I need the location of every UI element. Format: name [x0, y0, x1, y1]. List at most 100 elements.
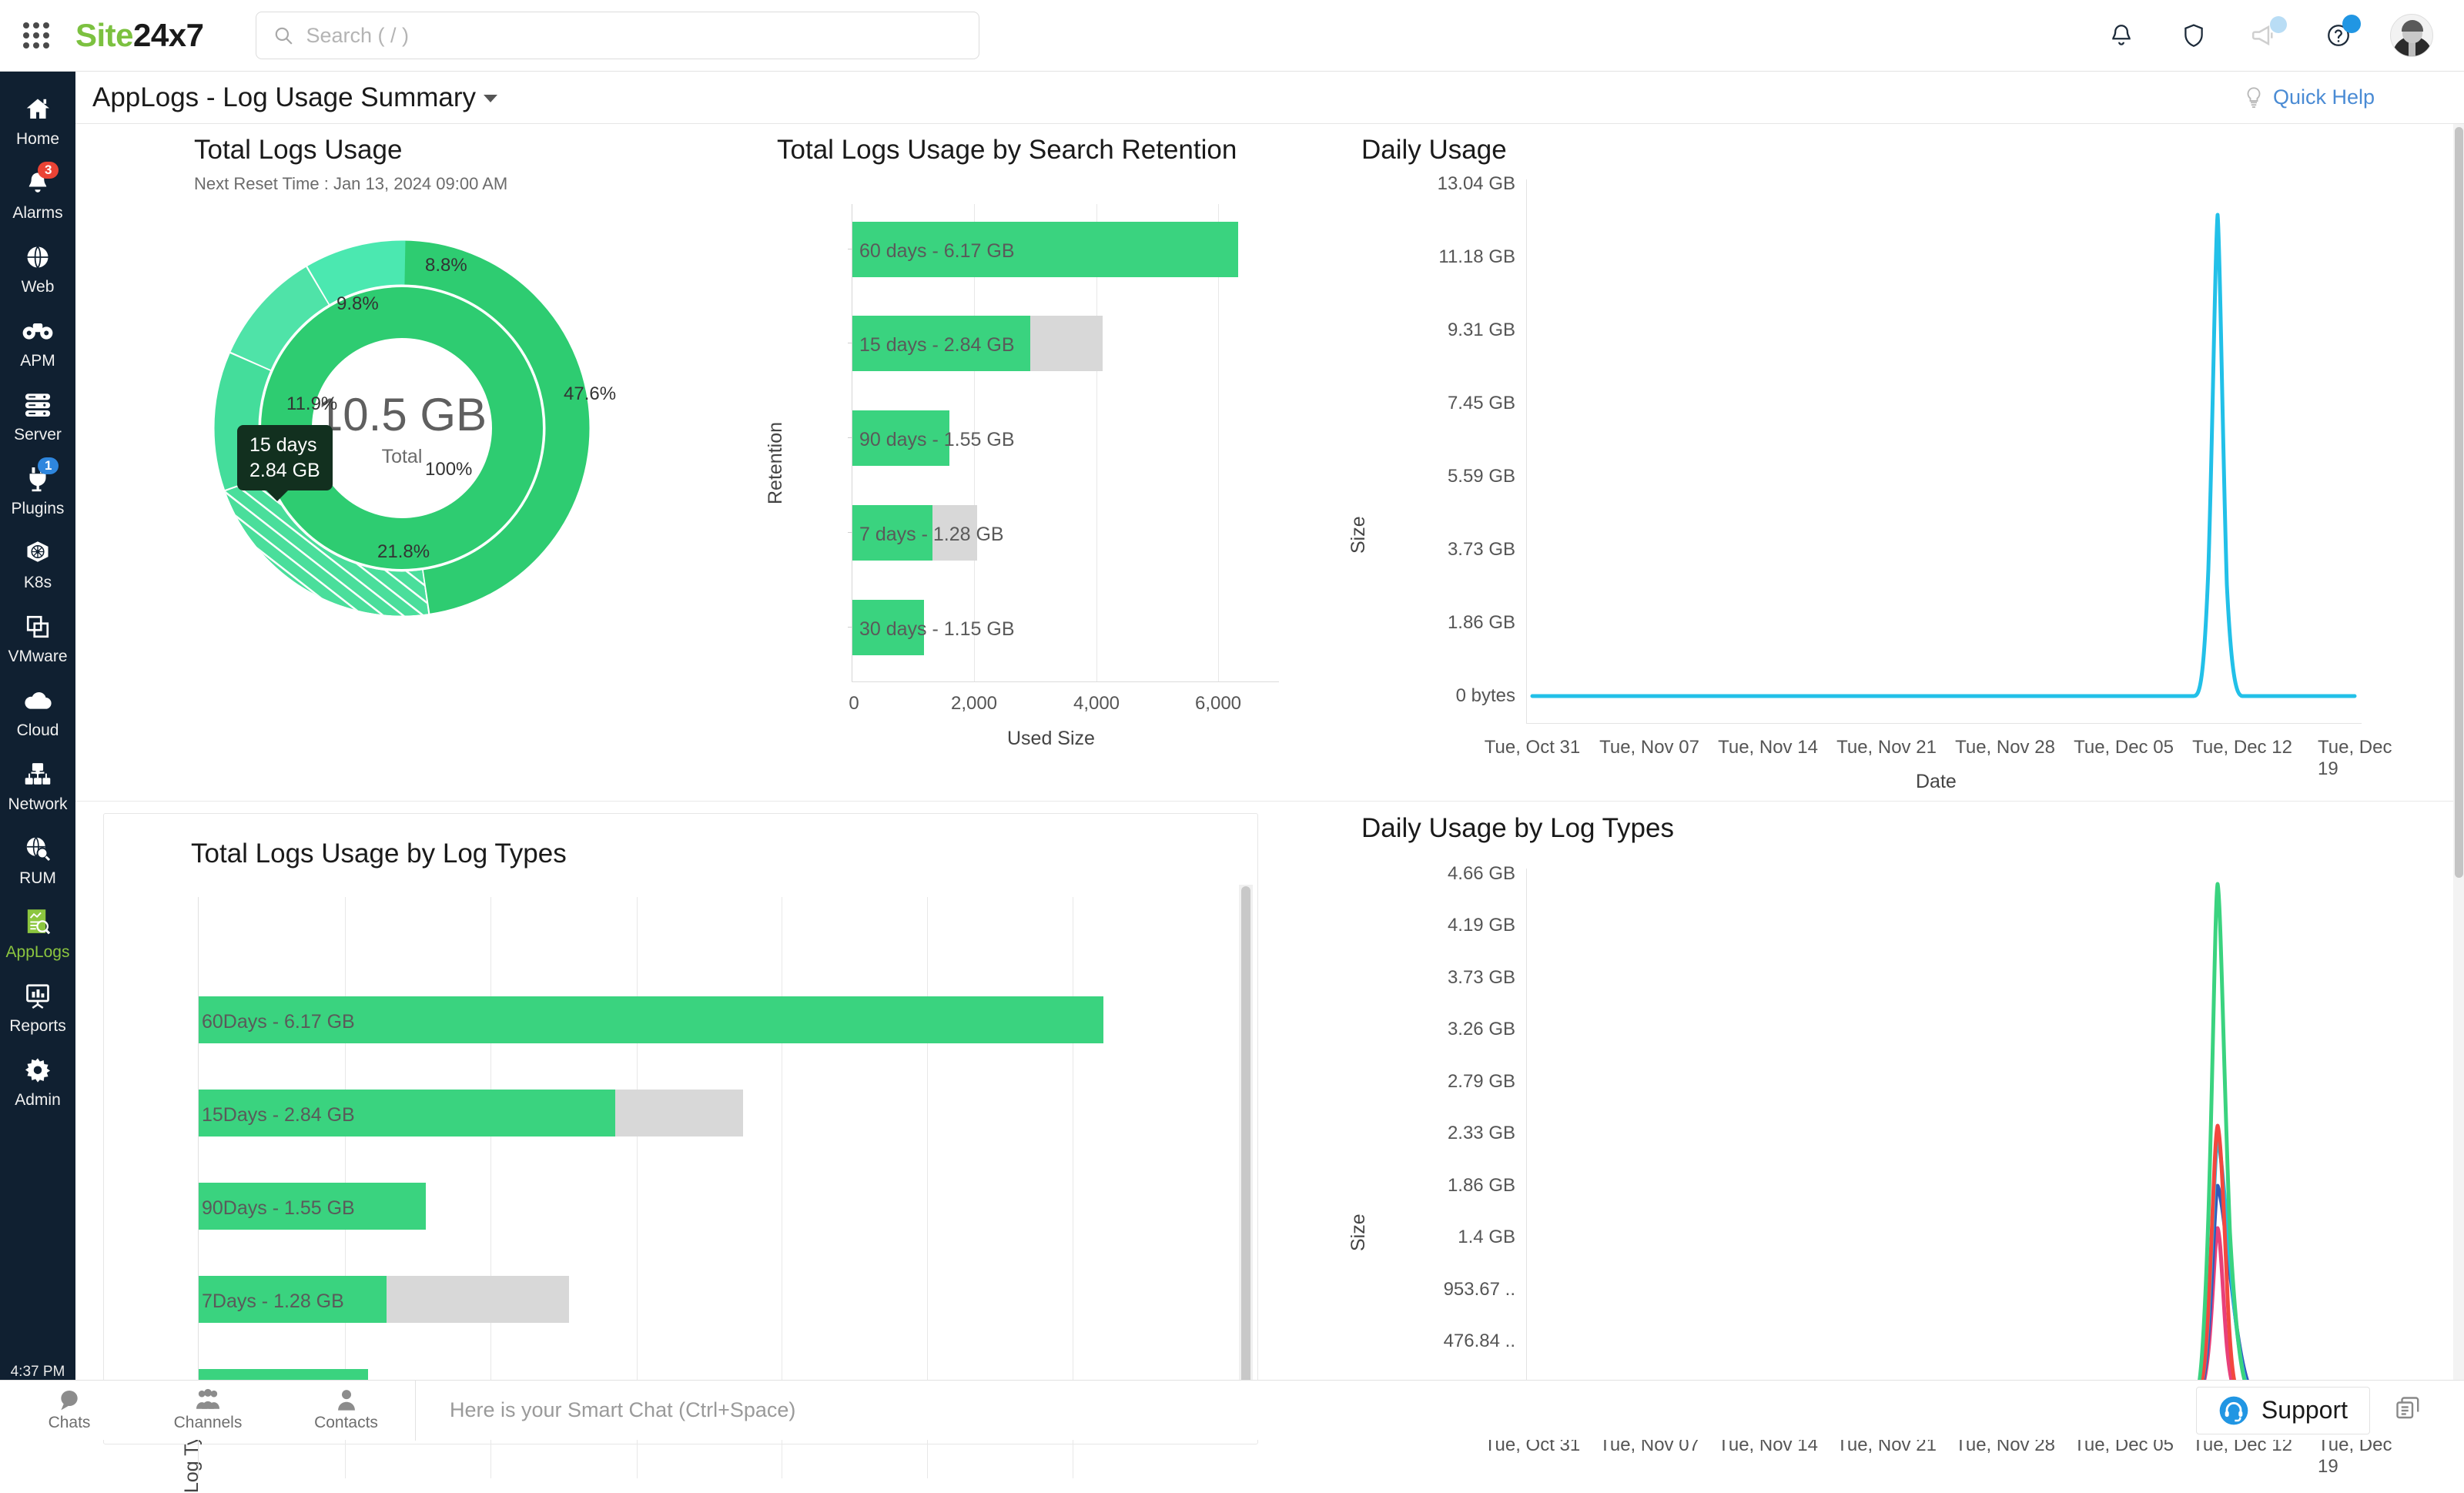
support-button[interactable]: Support [2196, 1387, 2370, 1434]
bar-label: 60Days - 6.17 GB [202, 1011, 355, 1033]
plug-icon: 1 [21, 464, 55, 494]
sidebar-item-admin[interactable]: Admin [0, 1045, 75, 1119]
panel-subtitle: Next Reset Time : Jan 13, 2024 09:00 AM [194, 174, 633, 194]
sidebar-item-k8s[interactable]: K8s [0, 527, 75, 601]
sidebar-item-label: Plugins [12, 500, 65, 518]
y-axis-title: Retention [765, 422, 787, 504]
apps-grid-icon[interactable] [20, 19, 52, 52]
search-placeholder: Search ( / ) [306, 24, 409, 48]
x-tick: 0 [849, 693, 859, 715]
sidebar-item-label: RUM [19, 869, 56, 888]
support-label: Support [2261, 1396, 2348, 1424]
smart-chat-input[interactable]: Here is your Smart Chat (Ctrl+Space) [416, 1398, 2196, 1422]
sidebar-item-server[interactable]: Server [0, 380, 75, 454]
panel-by-search-retention: Total Logs Usage by Search Retention Ret… [703, 135, 1304, 782]
bar-label: 60 days - 6.17 GB [859, 240, 1015, 263]
page-title: AppLogs - Log Usage Summary [92, 82, 476, 112]
daily-usage-log-types-line-chart[interactable]: 0 bytes 476.84 .. 953.67 .. 1.4 GB 1.86 … [1331, 847, 2447, 1432]
panel-title: Daily Usage [1361, 135, 2447, 166]
shield-icon[interactable] [2173, 15, 2215, 56]
sidebar-item-apm[interactable]: APM [0, 306, 75, 380]
daily-usage-log-types-series-svg [1331, 847, 2447, 1432]
sidebar-item-rum[interactable]: RUM [0, 823, 75, 897]
bar-label: 90 days - 1.55 GB [859, 429, 1015, 451]
sidebar-item-reports[interactable]: Reports [0, 971, 75, 1045]
gear-icon [21, 1055, 55, 1086]
log-types-scrollbar-thumb[interactable] [1241, 886, 1250, 1438]
page-scrollbar[interactable] [2453, 124, 2464, 1440]
x-tick: 4,000 [1073, 693, 1120, 715]
people-icon [195, 1388, 221, 1411]
sidebar-item-plugins[interactable]: 1 Plugins [0, 454, 75, 527]
x-axis-title: Used Size [1007, 728, 1095, 750]
sidebar-item-label: Network [8, 795, 67, 814]
x-axis-title: Date [1916, 771, 1957, 793]
bell-icon[interactable] [2101, 15, 2142, 56]
quick-help-label: Quick Help [2273, 85, 2375, 109]
taskbar-channels[interactable]: Channels [139, 1388, 277, 1432]
sidebar-item-label: Server [14, 426, 62, 444]
x-tick: Tue, Nov 21 [1836, 737, 1937, 758]
panel-total-logs-usage: Total Logs Usage Next Reset Time : Jan 1… [102, 135, 633, 782]
x-tick: Tue, Oct 31 [1485, 737, 1581, 758]
x-tick: 2,000 [951, 693, 997, 715]
taskbar-chats[interactable]: Chats [0, 1388, 139, 1432]
taskbar-right: Support [2196, 1387, 2436, 1434]
panel-title: Total Logs Usage [194, 135, 633, 166]
megaphone-icon[interactable] [2245, 15, 2287, 56]
panel-title: Daily Usage by Log Types [1361, 813, 2447, 844]
bar-label: 30 days - 1.15 GB [859, 618, 1015, 641]
donut-tooltip-title: 15 days [249, 433, 320, 458]
alarms-badge: 3 [38, 162, 59, 179]
bar-label: 90Days - 1.55 GB [202, 1197, 355, 1220]
cloud-icon [21, 685, 55, 716]
globe-icon [21, 242, 55, 273]
brand-green-text: Site [75, 17, 133, 53]
site24x7-logo[interactable]: Site24x7 [75, 17, 203, 54]
sidebar-item-alarms[interactable]: 3 Alarms [0, 158, 75, 232]
applogs-icon [21, 907, 55, 938]
search-retention-bar-chart[interactable]: Retention 60 days - 6.17 GB 15 day [703, 196, 1304, 751]
sidebar-item-vmware[interactable]: VMware [0, 601, 75, 675]
bar-label: 15 days - 2.84 GB [859, 334, 1015, 357]
home-icon [21, 94, 55, 125]
daily-usage-line-chart[interactable]: 0 bytes 1.86 GB 3.73 GB 5.59 GB 7.45 GB … [1331, 169, 2447, 754]
sidebar-item-network[interactable]: Network [0, 749, 75, 823]
bar-label: 7Days - 1.28 GB [202, 1290, 344, 1313]
windows-stack-icon[interactable] [2370, 1394, 2436, 1426]
binoculars-icon [21, 316, 55, 346]
log-types-scrollbar[interactable] [1239, 885, 1253, 1439]
page-header: AppLogs - Log Usage Summary Quick Help [75, 72, 2464, 124]
avatar[interactable] [2390, 14, 2433, 57]
help-icon[interactable] [2318, 15, 2359, 56]
x-tick: Tue, Nov 14 [1718, 737, 1818, 758]
bar-label: 7 days - 1.28 GB [859, 524, 1004, 546]
bar-label: 15Days - 2.84 GB [202, 1104, 355, 1126]
megaphone-badge-dot [2270, 16, 2287, 33]
sidebar-item-cloud[interactable]: Cloud [0, 675, 75, 749]
top-bar: Site24x7 Search ( / ) [0, 0, 2464, 72]
sidebar-item-home[interactable]: Home [0, 84, 75, 158]
bell-icon: 3 [21, 168, 55, 199]
reports-icon [21, 981, 55, 1012]
sidebar-item-applogs[interactable]: AppLogs [0, 897, 75, 971]
donut-tooltip-value: 2.84 GB [249, 458, 320, 484]
smart-chat-placeholder: Here is your Smart Chat (Ctrl+Space) [450, 1398, 795, 1421]
total-logs-usage-donut-chart[interactable]: 10.5 GB Total 8.8% 9.8% 11.9% 21.8% 47.6… [186, 213, 618, 644]
search-input[interactable]: Search ( / ) [256, 12, 979, 59]
server-icon [21, 390, 55, 420]
headset-icon [2218, 1395, 2249, 1426]
x-tick: Tue, Nov 07 [1599, 737, 1699, 758]
chevron-down-icon [484, 95, 497, 102]
donut-tooltip: 15 days 2.84 GB [237, 425, 333, 490]
sidebar-item-label: VMware [8, 648, 67, 666]
log-types-bar-chart[interactable]: Log Types 60Days - 6.17 GB 15Days - [104, 885, 1259, 1439]
network-icon [21, 759, 55, 790]
page-title-dropdown[interactable]: AppLogs - Log Usage Summary [92, 82, 497, 113]
taskbar-contacts[interactable]: Contacts [277, 1381, 416, 1441]
taskbar-label: Contacts [314, 1414, 378, 1432]
kubernetes-icon [21, 537, 55, 568]
quick-help-button[interactable]: Quick Help [2244, 85, 2375, 109]
page-scrollbar-thumb[interactable] [2455, 127, 2463, 878]
sidebar-item-web[interactable]: Web [0, 232, 75, 306]
